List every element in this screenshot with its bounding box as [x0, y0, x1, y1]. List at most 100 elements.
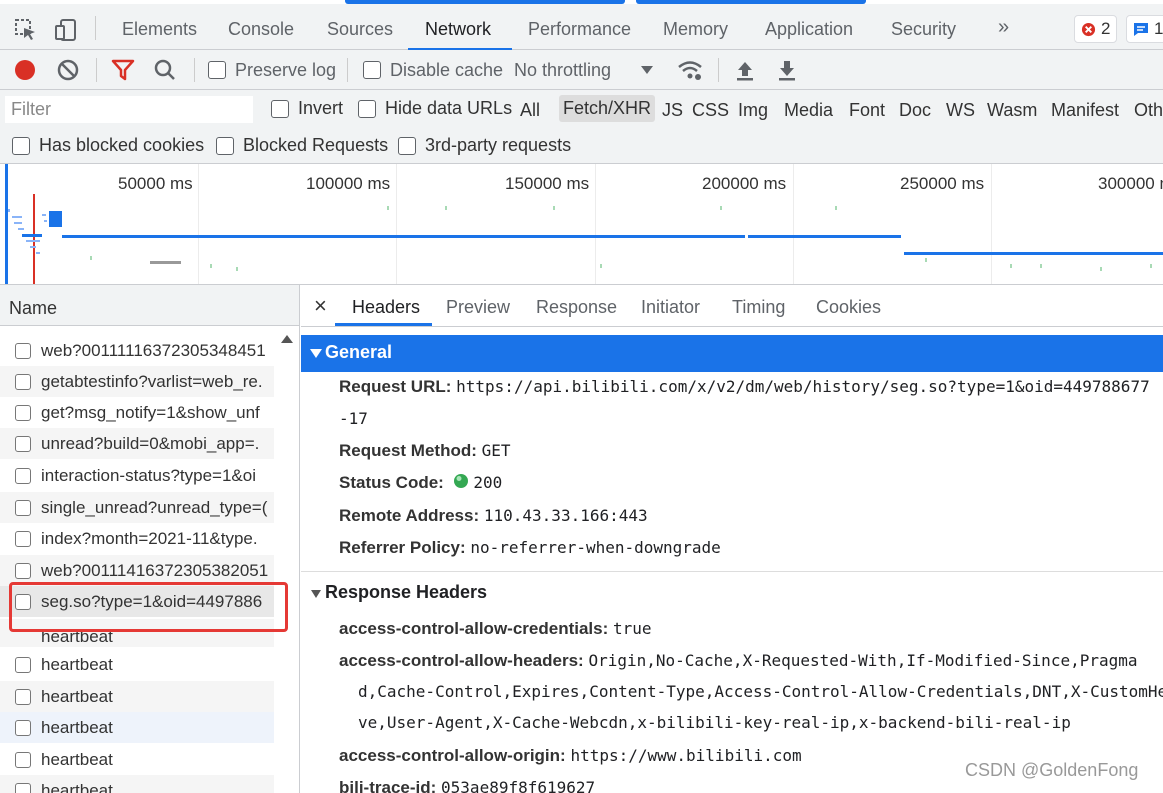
request-row-checkbox[interactable] — [15, 656, 31, 673]
tab-sources[interactable]: Sources — [327, 19, 393, 40]
request-row[interactable]: web?00111116372305348451 — [0, 335, 274, 366]
record-icon[interactable] — [14, 59, 36, 81]
type-filter-font[interactable]: Font — [849, 100, 885, 121]
type-filter-manifest[interactable]: Manifest — [1051, 100, 1119, 121]
device-toolbar-icon[interactable] — [54, 18, 78, 42]
request-row-checkbox[interactable] — [15, 435, 31, 452]
tab-response[interactable]: Response — [536, 297, 617, 318]
disable-cache-label: Disable cache — [390, 59, 504, 80]
request-row[interactable]: single_unread?unread_type=( — [0, 492, 274, 523]
request-name: heartbeat — [41, 654, 113, 674]
tab-network[interactable]: Network — [425, 19, 491, 40]
type-filter-doc[interactable]: Doc — [899, 100, 931, 121]
invert-toggle[interactable]: Invert — [271, 98, 343, 119]
preserve-log-toggle[interactable]: Preserve log — [208, 59, 336, 81]
third-party-requests-label: 3rd-party requests — [425, 135, 572, 155]
has-blocked-cookies-checkbox[interactable] — [12, 136, 30, 155]
type-filter-img[interactable]: Img — [738, 100, 768, 121]
type-filter-ws[interactable]: WS — [946, 100, 975, 121]
divider — [718, 58, 719, 82]
request-row-checkbox[interactable] — [15, 688, 31, 705]
request-row[interactable]: heartbeat — [0, 712, 274, 743]
invert-checkbox[interactable] — [271, 99, 289, 118]
tab-initiator[interactable]: Initiator — [641, 297, 700, 318]
divider — [95, 16, 96, 40]
more-tabs-button[interactable]: » — [998, 16, 1009, 39]
header-value: Origin,No-Cache,X-Requested-With,If-Modi… — [588, 651, 1138, 670]
request-row-checkbox[interactable] — [15, 562, 31, 579]
request-row-checkbox[interactable] — [15, 751, 31, 768]
request-row[interactable]: getabtestinfo?varlist=web_re. — [0, 366, 274, 397]
type-filter-media[interactable]: Media — [784, 100, 833, 121]
request-row-checkbox[interactable] — [15, 467, 31, 484]
tab-performance[interactable]: Performance — [528, 19, 631, 40]
name-column-header[interactable]: Name — [0, 285, 299, 326]
request-row[interactable]: heartbeat — [0, 649, 274, 680]
tab-elements[interactable]: Elements — [122, 19, 197, 40]
type-filter-other[interactable]: Oth — [1134, 100, 1163, 121]
blocked-filter-bar: Has blocked cookies Blocked Requests 3rd… — [0, 128, 1163, 164]
blocked-requests-checkbox[interactable] — [216, 136, 234, 155]
blocked-requests-toggle[interactable]: Blocked Requests — [216, 135, 388, 156]
request-row[interactable]: heartbeat — [0, 744, 274, 775]
request-row[interactable]: unread?build=0&mobi_app=. — [0, 428, 274, 459]
export-har-icon[interactable] — [777, 59, 797, 81]
tab-preview[interactable]: Preview — [446, 297, 510, 318]
network-conditions-icon[interactable] — [677, 59, 703, 81]
disable-cache-toggle[interactable]: Disable cache — [363, 59, 503, 81]
type-filter-all[interactable]: All — [520, 100, 540, 121]
header-value: ve,User-Agent,X-Cache-Webcdn,x-bilibili-… — [358, 713, 1071, 732]
third-party-requests-checkbox[interactable] — [398, 136, 416, 155]
hide-data-urls-toggle[interactable]: Hide data URLs — [358, 98, 512, 119]
throttling-select[interactable]: No throttling — [514, 59, 654, 81]
tab-headers[interactable]: Headers — [352, 297, 420, 318]
disable-cache-checkbox[interactable] — [363, 61, 381, 79]
close-detail-button[interactable]: × — [314, 293, 327, 319]
tab-timing[interactable]: Timing — [732, 297, 785, 318]
request-row-checkbox[interactable] — [15, 404, 31, 421]
devtools-tab-bar: Elements Console Sources Network Perform… — [0, 4, 1163, 51]
request-row[interactable]: interaction-status?type=1&oi — [0, 460, 274, 491]
request-row-checkbox[interactable] — [15, 530, 31, 547]
type-filter-css[interactable]: CSS — [692, 100, 729, 121]
request-row-checkbox[interactable] — [15, 373, 31, 390]
tab-security[interactable]: Security — [891, 19, 956, 40]
request-row[interactable]: heartbeat — [0, 775, 274, 793]
request-row-checkbox[interactable] — [15, 342, 31, 359]
request-row[interactable]: get?msg_notify=1&show_unf — [0, 397, 274, 428]
request-row[interactable]: index?month=2021-11&type. — [0, 523, 274, 554]
watermark: CSDN @GoldenFong — [965, 760, 1139, 780]
has-blocked-cookies-label: Has blocked cookies — [39, 135, 205, 155]
network-overview-timeline[interactable]: 50000 ms 100000 ms 150000 ms 200000 ms 2… — [0, 164, 1163, 285]
import-har-icon[interactable] — [735, 59, 755, 81]
search-icon[interactable] — [154, 59, 176, 81]
preserve-log-checkbox[interactable] — [208, 61, 226, 79]
clear-icon[interactable] — [57, 59, 79, 81]
request-row-checkbox[interactable] — [15, 719, 31, 736]
inspect-element-icon[interactable] — [14, 18, 38, 42]
tab-application[interactable]: Application — [765, 19, 853, 40]
request-row[interactable]: heartbeat — [0, 681, 274, 712]
request-row-checkbox[interactable] — [15, 499, 31, 516]
filter-bar: Invert Hide data URLs All Fetch/XHR JS C… — [0, 90, 1163, 128]
blocked-requests-label: Blocked Requests — [243, 135, 389, 155]
tab-cookies[interactable]: Cookies — [816, 297, 881, 318]
filter-input[interactable] — [5, 96, 253, 123]
response-headers-section-header[interactable]: Response Headers — [301, 571, 1163, 603]
scroll-up-arrow-icon[interactable] — [281, 335, 293, 343]
message-count-badge[interactable]: 1 — [1126, 15, 1163, 43]
request-row-checkbox[interactable] — [15, 782, 31, 793]
general-section-header[interactable]: General — [301, 335, 1163, 372]
filter-icon[interactable] — [111, 59, 135, 81]
third-party-requests-toggle[interactable]: 3rd-party requests — [398, 135, 571, 156]
type-filter-js[interactable]: JS — [662, 100, 683, 121]
hide-data-urls-checkbox[interactable] — [358, 99, 376, 118]
type-filter-fetch-xhr[interactable]: Fetch/XHR — [559, 95, 656, 122]
error-count-badge[interactable]: 2 — [1074, 15, 1118, 43]
tab-memory[interactable]: Memory — [663, 19, 728, 40]
type-filter-wasm[interactable]: Wasm — [987, 100, 1037, 121]
has-blocked-cookies-toggle[interactable]: Has blocked cookies — [12, 135, 204, 156]
request-url-value: https://api.bilibili.com/x/v2/dm/web/his… — [456, 377, 1150, 396]
tab-console[interactable]: Console — [228, 19, 294, 40]
request-url-row: Request URL: https://api.bilibili.com/x/… — [339, 377, 1150, 397]
